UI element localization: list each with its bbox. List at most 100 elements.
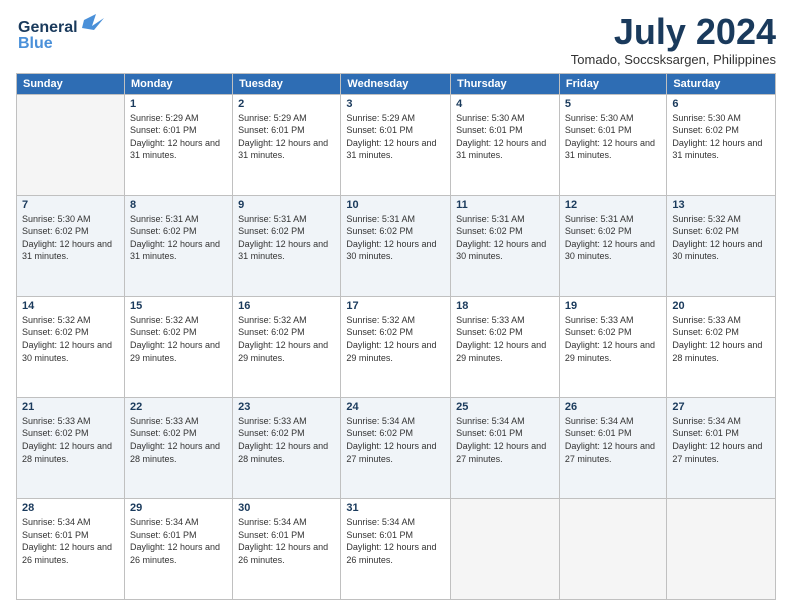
col-tuesday: Tuesday xyxy=(233,73,341,94)
day-number: 14 xyxy=(22,300,119,312)
table-row: 5 Sunrise: 5:30 AM Sunset: 6:01 PM Daylig… xyxy=(559,94,666,195)
day-info: Sunrise: 5:33 AM Sunset: 6:02 PM Dayligh… xyxy=(130,415,227,465)
day-info: Sunrise: 5:34 AM Sunset: 6:02 PM Dayligh… xyxy=(346,415,445,465)
day-info: Sunrise: 5:32 AM Sunset: 6:02 PM Dayligh… xyxy=(346,314,445,364)
table-row xyxy=(17,94,125,195)
day-info: Sunrise: 5:30 AM Sunset: 6:01 PM Dayligh… xyxy=(456,112,554,162)
table-row: 9Sunrise: 5:31 AM Sunset: 6:02 PM Daylig… xyxy=(233,195,341,296)
table-row: 6 Sunrise: 5:30 AM Sunset: 6:02 PM Daylig… xyxy=(667,94,776,195)
week-row: 7Sunrise: 5:30 AM Sunset: 6:02 PM Daylig… xyxy=(17,195,776,296)
table-row: 24 Sunrise: 5:34 AM Sunset: 6:02 PM Dayli… xyxy=(341,397,451,498)
day-number: 25 xyxy=(456,401,554,413)
table-row: 7Sunrise: 5:30 AM Sunset: 6:02 PM Daylig… xyxy=(17,195,125,296)
day-info: Sunrise: 5:32 AM Sunset: 6:02 PM Dayligh… xyxy=(238,314,335,364)
col-wednesday: Wednesday xyxy=(341,73,451,94)
day-number: 21 xyxy=(22,401,119,413)
day-number: 22 xyxy=(130,401,227,413)
table-row: 8 Sunrise: 5:31 AM Sunset: 6:02 PM Daylig… xyxy=(124,195,232,296)
calendar-table: Sunday Monday Tuesday Wednesday Thursday… xyxy=(16,73,776,600)
table-row: 30Sunrise: 5:34 AM Sunset: 6:01 PM Dayli… xyxy=(233,498,341,599)
table-row: 11 Sunrise: 5:31 AM Sunset: 6:02 PM Dayli… xyxy=(451,195,560,296)
day-info: Sunrise: 5:29 AM Sunset: 6:01 PM Dayligh… xyxy=(238,112,335,162)
day-info: Sunrise: 5:30 AM Sunset: 6:02 PM Dayligh… xyxy=(672,112,770,162)
day-info: Sunrise: 5:34 AM Sunset: 6:01 PM Dayligh… xyxy=(672,415,770,465)
table-row xyxy=(451,498,560,599)
day-info: Sunrise: 5:30 AM Sunset: 6:02 PM Dayligh… xyxy=(22,213,119,263)
day-info: Sunrise: 5:34 AM Sunset: 6:01 PM Dayligh… xyxy=(456,415,554,465)
day-info: Sunrise: 5:34 AM Sunset: 6:01 PM Dayligh… xyxy=(238,516,335,566)
svg-text:Blue: Blue xyxy=(18,35,53,52)
table-row: 12Sunrise: 5:31 AM Sunset: 6:02 PM Dayli… xyxy=(559,195,666,296)
day-info: Sunrise: 5:33 AM Sunset: 6:02 PM Dayligh… xyxy=(456,314,554,364)
day-number: 8 xyxy=(130,199,227,211)
day-info: Sunrise: 5:32 AM Sunset: 6:02 PM Dayligh… xyxy=(672,213,770,263)
col-sunday: Sunday xyxy=(17,73,125,94)
title-block: July 2024 Tomado, Soccsksargen, Philippi… xyxy=(571,12,776,67)
day-number: 23 xyxy=(238,401,335,413)
logo-svg: General Blue xyxy=(16,12,106,56)
week-row: 28Sunrise: 5:34 AM Sunset: 6:01 PM Dayli… xyxy=(17,498,776,599)
table-row: 2 Sunrise: 5:29 AM Sunset: 6:01 PM Daylig… xyxy=(233,94,341,195)
day-number: 29 xyxy=(130,502,227,514)
table-row: 3 Sunrise: 5:29 AM Sunset: 6:01 PM Daylig… xyxy=(341,94,451,195)
day-info: Sunrise: 5:34 AM Sunset: 6:01 PM Dayligh… xyxy=(22,516,119,566)
table-row xyxy=(667,498,776,599)
day-number: 17 xyxy=(346,300,445,312)
day-number: 13 xyxy=(672,199,770,211)
day-info: Sunrise: 5:31 AM Sunset: 6:02 PM Dayligh… xyxy=(346,213,445,263)
table-row: 17 Sunrise: 5:32 AM Sunset: 6:02 PM Dayli… xyxy=(341,296,451,397)
day-number: 16 xyxy=(238,300,335,312)
table-row: 31Sunrise: 5:34 AM Sunset: 6:01 PM Dayli… xyxy=(341,498,451,599)
logo: General Blue xyxy=(16,12,106,56)
table-row: 27 Sunrise: 5:34 AM Sunset: 6:01 PM Dayli… xyxy=(667,397,776,498)
day-info: Sunrise: 5:34 AM Sunset: 6:01 PM Dayligh… xyxy=(130,516,227,566)
table-row: 16 Sunrise: 5:32 AM Sunset: 6:02 PM Dayli… xyxy=(233,296,341,397)
day-number: 19 xyxy=(565,300,661,312)
day-number: 18 xyxy=(456,300,554,312)
svg-text:General: General xyxy=(18,19,78,36)
table-row: 18 Sunrise: 5:33 AM Sunset: 6:02 PM Dayli… xyxy=(451,296,560,397)
day-info: Sunrise: 5:31 AM Sunset: 6:02 PM Dayligh… xyxy=(565,213,661,263)
day-info: Sunrise: 5:31 AM Sunset: 6:02 PM Dayligh… xyxy=(238,213,335,263)
table-row: 15Sunrise: 5:32 AM Sunset: 6:02 PM Dayli… xyxy=(124,296,232,397)
page: General Blue July 2024 Tomado, Soccsksar… xyxy=(0,0,792,612)
table-row xyxy=(559,498,666,599)
day-info: Sunrise: 5:29 AM Sunset: 6:01 PM Dayligh… xyxy=(346,112,445,162)
week-row: 14 Sunrise: 5:32 AM Sunset: 6:02 PM Dayli… xyxy=(17,296,776,397)
table-row: 10 Sunrise: 5:31 AM Sunset: 6:02 PM Dayli… xyxy=(341,195,451,296)
day-number: 20 xyxy=(672,300,770,312)
table-row: 28Sunrise: 5:34 AM Sunset: 6:01 PM Dayli… xyxy=(17,498,125,599)
day-info: Sunrise: 5:29 AM Sunset: 6:01 PM Dayligh… xyxy=(130,112,227,162)
location: Tomado, Soccsksargen, Philippines xyxy=(571,52,776,67)
day-number: 27 xyxy=(672,401,770,413)
header-row: Sunday Monday Tuesday Wednesday Thursday… xyxy=(17,73,776,94)
day-info: Sunrise: 5:33 AM Sunset: 6:02 PM Dayligh… xyxy=(22,415,119,465)
header: General Blue July 2024 Tomado, Soccsksar… xyxy=(16,12,776,67)
day-number: 4 xyxy=(456,98,554,110)
day-number: 2 xyxy=(238,98,335,110)
table-row: 25 Sunrise: 5:34 AM Sunset: 6:01 PM Dayli… xyxy=(451,397,560,498)
table-row: 23Sunrise: 5:33 AM Sunset: 6:02 PM Dayli… xyxy=(233,397,341,498)
table-row: 14 Sunrise: 5:32 AM Sunset: 6:02 PM Dayli… xyxy=(17,296,125,397)
col-thursday: Thursday xyxy=(451,73,560,94)
day-number: 31 xyxy=(346,502,445,514)
day-number: 26 xyxy=(565,401,661,413)
day-info: Sunrise: 5:31 AM Sunset: 6:02 PM Dayligh… xyxy=(456,213,554,263)
month-title: July 2024 xyxy=(571,12,776,52)
day-number: 24 xyxy=(346,401,445,413)
table-row: 4 Sunrise: 5:30 AM Sunset: 6:01 PM Daylig… xyxy=(451,94,560,195)
day-number: 6 xyxy=(672,98,770,110)
day-number: 5 xyxy=(565,98,661,110)
day-info: Sunrise: 5:31 AM Sunset: 6:02 PM Dayligh… xyxy=(130,213,227,263)
day-number: 10 xyxy=(346,199,445,211)
day-number: 3 xyxy=(346,98,445,110)
day-info: Sunrise: 5:30 AM Sunset: 6:01 PM Dayligh… xyxy=(565,112,661,162)
table-row: 22 Sunrise: 5:33 AM Sunset: 6:02 PM Dayli… xyxy=(124,397,232,498)
week-row: 1Sunrise: 5:29 AM Sunset: 6:01 PM Daylig… xyxy=(17,94,776,195)
day-number: 11 xyxy=(456,199,554,211)
day-info: Sunrise: 5:32 AM Sunset: 6:02 PM Dayligh… xyxy=(22,314,119,364)
col-saturday: Saturday xyxy=(667,73,776,94)
table-row: 21 Sunrise: 5:33 AM Sunset: 6:02 PM Dayli… xyxy=(17,397,125,498)
day-info: Sunrise: 5:33 AM Sunset: 6:02 PM Dayligh… xyxy=(672,314,770,364)
table-row: 19Sunrise: 5:33 AM Sunset: 6:02 PM Dayli… xyxy=(559,296,666,397)
